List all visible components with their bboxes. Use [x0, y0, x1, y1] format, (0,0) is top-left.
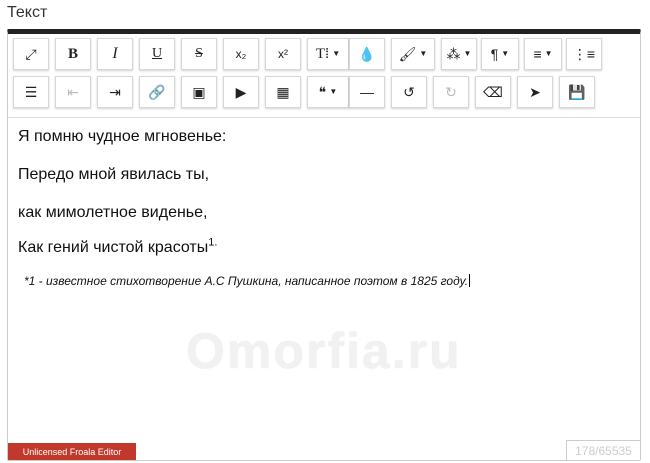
caret-down-icon: ▼ — [544, 49, 553, 58]
paragraph-line-2: Передо мной явилась ты, — [18, 166, 210, 183]
font-size-button[interactable]: T⁞ ▼ — [307, 38, 349, 70]
bold-icon: B — [67, 45, 78, 62]
align-button[interactable]: ≡ ▼ — [524, 38, 562, 70]
droplet-icon: 💧 — [358, 46, 376, 62]
undo-button[interactable]: ↺ — [391, 76, 427, 108]
bold-button[interactable]: B — [55, 38, 91, 70]
strikethrough-icon: S — [195, 46, 203, 61]
undo-icon: ↺ — [403, 84, 415, 100]
editor-toolbar: ⤢ B I U Sx₂ x² T⁞ ▼ 💧 🖌 ▼ ⁂ ▼ ¶ ▼ ≡ ▼ ⋮≡ ☰ ⇤ ⇥ 🔗 ▣ ▶ ▦ ❝ ▼ — ↺ ↻ ⌫ ➤ 💾 — [8, 34, 640, 118]
quote-button[interactable]: ❝ ▼ — [307, 76, 349, 108]
superscript-icon: x² — [278, 47, 288, 61]
insert-table-button[interactable]: ▦ — [265, 76, 301, 108]
indent-button[interactable]: ⇥ — [97, 76, 133, 108]
unordered-list-icon: ☰ — [24, 84, 38, 100]
align-left-icon: ≡ — [533, 46, 542, 62]
save-button[interactable]: 💾 — [559, 76, 595, 108]
redo-button: ↻ — [433, 76, 469, 108]
redo-icon: ↻ — [445, 84, 457, 100]
outdent-button: ⇤ — [55, 76, 91, 108]
paint-button[interactable]: 🖌 ▼ — [391, 38, 435, 70]
footnote-marker: 1. — [208, 236, 218, 249]
select-all-button[interactable]: ➤ — [517, 76, 553, 108]
table-icon: ▦ — [276, 84, 290, 100]
caret-down-icon: ▼ — [419, 49, 428, 58]
font-size-icon: T⁞ — [315, 45, 330, 62]
italic-button[interactable]: I — [97, 38, 133, 70]
subscript-icon: x₂ — [235, 47, 247, 61]
expand-icon: ⤢ — [25, 46, 37, 62]
paragraph-line-4: Как гений чистой красоты1. — [18, 236, 218, 257]
clear-formatting-button[interactable]: ⌫ — [475, 76, 511, 108]
image-icon: ▣ — [192, 84, 206, 100]
insert-video-button[interactable]: ▶ — [223, 76, 259, 108]
watermark: Omorfia.ru — [186, 323, 462, 379]
horizontal-line-button[interactable]: — — [349, 76, 385, 108]
text-cursor — [469, 274, 471, 287]
paragraph-format-button[interactable]: ¶ ▼ — [481, 38, 519, 70]
paragraph-line-3: как мимолетное виденье, — [18, 204, 208, 221]
strikethrough-button[interactable]: S — [181, 38, 217, 70]
paragraph-line-4-text: Как гений чистой красоты — [18, 239, 209, 256]
caret-down-icon: ▼ — [332, 49, 341, 58]
paint-brush-icon: 🖌 — [398, 46, 417, 62]
text-color-button[interactable]: 💧 — [349, 38, 385, 70]
ordered-list-icon: ⋮≡ — [572, 46, 596, 62]
license-badge[interactable]: Unlicensed Froala Editor — [8, 443, 136, 460]
fullscreen-button[interactable]: ⤢ — [13, 38, 49, 70]
insert-link-button[interactable]: 🔗 — [139, 76, 175, 108]
pilcrow-icon: ¶ — [490, 46, 499, 62]
insert-image-button[interactable]: ▣ — [181, 76, 217, 108]
floppy-disk-icon: 💾 — [568, 84, 586, 100]
editor-content-area[interactable]: Я помню чудное мгновенье: Передо мной яв… — [8, 118, 640, 460]
inline-style-button[interactable]: ⁂ ▼ — [441, 38, 477, 70]
quote-icon: ❝ — [318, 84, 327, 100]
video-camera-icon: ▶ — [235, 84, 247, 100]
superscript-button[interactable]: x² — [265, 38, 301, 70]
character-counter: 178/65535 — [566, 440, 640, 460]
subscript-button[interactable]: x₂ — [223, 38, 259, 70]
link-icon: 🔗 — [148, 84, 166, 100]
indent-icon: ⇥ — [109, 84, 121, 100]
caret-down-icon: ▼ — [501, 49, 510, 58]
italic-icon: I — [112, 45, 118, 62]
paragraph-line-1: Я помню чудное мгновенье: — [18, 128, 227, 145]
minus-icon: — — [360, 84, 374, 100]
caret-down-icon: ▼ — [329, 87, 338, 96]
rich-text-editor: ⤢ B I U Sx₂ x² T⁞ ▼ 💧 🖌 ▼ ⁂ ▼ ¶ ▼ ≡ ▼ ⋮≡ ☰ ⇤ ⇥ 🔗 ▣ ▶ ▦ ❝ ▼ — ↺ ↻ ⌫ ➤ 💾 Я… — [7, 29, 641, 461]
cursor-arrow-icon: ➤ — [529, 84, 541, 100]
outdent-icon: ⇤ — [67, 84, 79, 100]
caret-down-icon: ▼ — [463, 49, 472, 58]
footnote-text: *1 - известное стихотворение А.С Пушкина… — [24, 274, 471, 288]
magic-wand-icon: ⁂ — [446, 46, 461, 62]
eraser-icon: ⌫ — [483, 84, 503, 100]
footnote-text-content: *1 - известное стихотворение А.С Пушкина… — [24, 274, 469, 288]
ordered-list-button[interactable]: ⋮≡ — [566, 38, 602, 70]
underline-button[interactable]: U — [139, 38, 175, 70]
unordered-list-button[interactable]: ☰ — [13, 76, 49, 108]
field-label: Текст — [7, 4, 48, 21]
underline-icon: U — [151, 46, 163, 61]
